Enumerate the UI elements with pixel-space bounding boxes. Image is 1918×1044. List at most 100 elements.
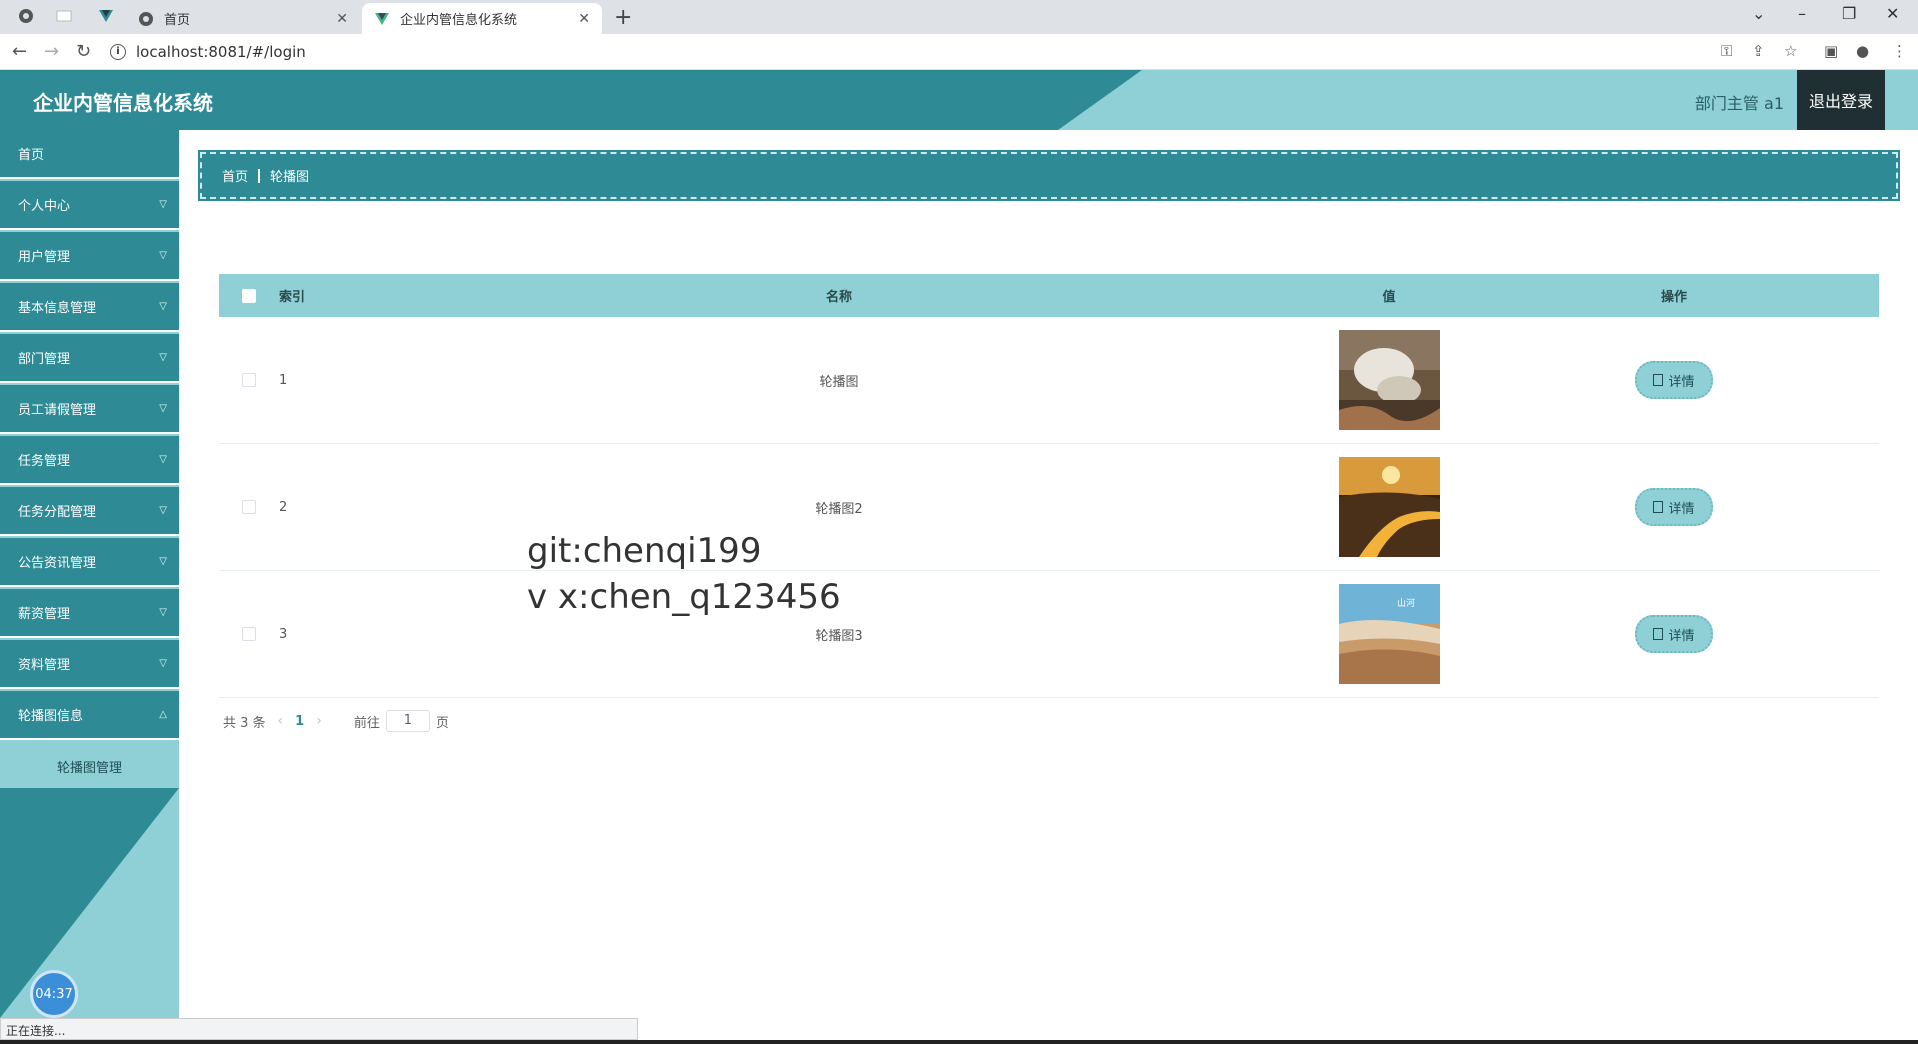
table-row: 1 轮播图 详情 bbox=[219, 317, 1879, 444]
select-all-checkbox[interactable] bbox=[242, 288, 256, 303]
column-header-value: 值 bbox=[1382, 290, 1396, 305]
chevron-down-icon: ▽ bbox=[159, 352, 167, 363]
row-checkbox[interactable] bbox=[242, 373, 256, 387]
carousel-thumbnail-waterfall[interactable] bbox=[1338, 330, 1440, 430]
sidebar-item-label: 用户管理 bbox=[18, 250, 71, 265]
document-icon bbox=[1653, 628, 1664, 640]
pinned-tab-blank-icon[interactable] bbox=[56, 8, 72, 24]
chevron-down-icon: ▽ bbox=[159, 658, 167, 669]
url-text: localhost:8081/#/login bbox=[136, 43, 306, 61]
sidebar-item-materials[interactable]: 资料管理 ▽ bbox=[0, 640, 179, 689]
chevron-up-icon: △ bbox=[159, 709, 167, 720]
goto-page-input[interactable]: 1 bbox=[385, 710, 430, 732]
pagination: 共 3 条 ‹ 1 › 前往 1 页 bbox=[223, 710, 449, 732]
new-tab-button[interactable]: + bbox=[614, 5, 632, 30]
sidebar-item-carousel[interactable]: 轮播图信息 △ bbox=[0, 691, 179, 740]
page-number[interactable]: 1 bbox=[295, 714, 304, 729]
sidebar: 首页 个人中心 ▽ 用户管理 ▽ 基本信息管理 ▽ 部门管理 ▽ 员工请假管理 ▽ 任务管… bbox=[0, 130, 179, 1018]
detail-label: 详情 bbox=[1668, 501, 1695, 517]
globe-icon bbox=[138, 11, 154, 27]
back-icon[interactable]: ← bbox=[12, 41, 27, 62]
minimize-icon[interactable]: – bbox=[1798, 4, 1806, 23]
sidebar-item-label: 资料管理 bbox=[18, 658, 71, 673]
carousel-thumbnail-canyon[interactable]: 山河 bbox=[1338, 584, 1440, 684]
chevron-down-icon: ▽ bbox=[159, 505, 167, 516]
app-title: 企业内管信息化系统 bbox=[33, 91, 213, 115]
sidebar-subitem-carousel-management[interactable]: 轮播图管理 bbox=[0, 744, 179, 788]
table-row: 2 轮播图2 详情 bbox=[219, 444, 1879, 571]
browser-status-bar: 正在连接... bbox=[0, 1018, 638, 1040]
sidebar-item-leave[interactable]: 员工请假管理 ▽ bbox=[0, 385, 179, 434]
row-checkbox[interactable] bbox=[242, 627, 256, 641]
vue-icon bbox=[374, 11, 390, 27]
key-icon[interactable]: ⚿ bbox=[1721, 42, 1732, 60]
page-suffix: 页 bbox=[435, 715, 449, 731]
watermark: git:chenqi199 v x:chen_q123456 bbox=[527, 528, 841, 620]
browser-toolbar: ← → ↻ i localhost:8081/#/login ⚿ ⇪ ☆ ▣ ●… bbox=[0, 34, 1918, 70]
info-icon[interactable]: i bbox=[110, 44, 126, 60]
clock-badge: 04:37 bbox=[30, 970, 78, 1018]
menu-icon[interactable]: ⋮ bbox=[1892, 42, 1907, 60]
close-icon[interactable]: ✕ bbox=[336, 11, 348, 27]
sidebar-item-task-assign[interactable]: 任务分配管理 ▽ bbox=[0, 487, 179, 536]
tab-system[interactable]: 企业内管信息化系统 ✕ bbox=[362, 3, 602, 34]
detail-button[interactable]: 详情 bbox=[1635, 615, 1713, 653]
current-user: 部门主管 a1 bbox=[1694, 94, 1784, 113]
window-close-icon[interactable]: ✕ bbox=[1886, 4, 1899, 23]
sidebar-item-news[interactable]: 公告资讯管理 ▽ bbox=[0, 538, 179, 587]
forward-icon[interactable]: → bbox=[44, 41, 59, 62]
column-header-action: 操作 bbox=[1660, 290, 1687, 305]
sidebar-item-label: 轮播图信息 bbox=[18, 709, 84, 724]
reload-icon[interactable]: ↻ bbox=[76, 41, 91, 62]
svg-text:山河: 山河 bbox=[1397, 597, 1415, 609]
row-name: 轮播图2 bbox=[815, 501, 863, 517]
breadcrumb-current: 轮播图 bbox=[270, 170, 310, 185]
tab-home[interactable]: 首页 ✕ bbox=[126, 3, 360, 34]
sidebar-item-user-management[interactable]: 用户管理 ▽ bbox=[0, 232, 179, 281]
sidebar-item-basic-info[interactable]: 基本信息管理 ▽ bbox=[0, 283, 179, 332]
chevron-right-icon[interactable]: › bbox=[316, 713, 322, 729]
sidebar-item-home[interactable]: 首页 bbox=[0, 130, 179, 179]
restore-icon[interactable]: ❐ bbox=[1842, 4, 1856, 23]
chevron-down-icon[interactable]: ⌄ bbox=[1752, 4, 1765, 23]
vue-tab-icon[interactable] bbox=[98, 8, 114, 24]
tab-title: 企业内管信息化系统 bbox=[400, 13, 518, 28]
column-header-index: 索引 bbox=[279, 290, 306, 305]
sidebar-item-label: 任务分配管理 bbox=[18, 505, 97, 520]
sidebar-item-salary[interactable]: 薪资管理 ▽ bbox=[0, 589, 179, 638]
star-icon[interactable]: ☆ bbox=[1784, 42, 1797, 60]
address-bar[interactable]: i localhost:8081/#/login bbox=[110, 38, 1810, 66]
close-icon[interactable]: ✕ bbox=[578, 11, 590, 27]
tab-title: 首页 bbox=[164, 13, 191, 28]
chevron-down-icon: ▽ bbox=[159, 301, 167, 312]
chevron-down-icon: ▽ bbox=[159, 607, 167, 618]
share-icon[interactable]: ⇪ bbox=[1752, 42, 1765, 60]
browser-tab-strip: 首页 ✕ 企业内管信息化系统 ✕ + ⌄ – ❐ ✕ bbox=[0, 0, 1918, 34]
chevron-down-icon: ▽ bbox=[159, 556, 167, 567]
sidebar-item-label: 基本信息管理 bbox=[18, 301, 97, 316]
row-index: 3 bbox=[279, 626, 288, 642]
carousel-table: 索引 名称 值 操作 1 轮播图 详情 2 轮播图2 详情 3 轮播图3 山河 … bbox=[219, 274, 1879, 698]
breadcrumb-home[interactable]: 首页 bbox=[222, 166, 248, 185]
breadcrumb: 首页 轮播图 bbox=[198, 150, 1900, 201]
sidebar-item-label: 个人中心 bbox=[18, 199, 71, 214]
sidebar-item-personal-center[interactable]: 个人中心 ▽ bbox=[0, 181, 179, 230]
detail-button[interactable]: 详情 bbox=[1635, 361, 1713, 399]
document-icon bbox=[1653, 501, 1664, 513]
app-header: 企业内管信息化系统 部门主管 a1 退出登录 bbox=[0, 70, 1918, 130]
chevron-left-icon[interactable]: ‹ bbox=[278, 713, 284, 729]
sidebar-item-department[interactable]: 部门管理 ▽ bbox=[0, 334, 179, 383]
row-name: 轮播图3 bbox=[815, 628, 863, 644]
row-index: 2 bbox=[279, 499, 288, 515]
sidebar-item-label: 部门管理 bbox=[18, 352, 71, 367]
detail-label: 详情 bbox=[1668, 628, 1695, 644]
detail-button[interactable]: 详情 bbox=[1635, 488, 1713, 526]
row-checkbox[interactable] bbox=[242, 500, 256, 514]
side-panel-icon[interactable]: ▣ bbox=[1824, 42, 1838, 60]
logout-button[interactable]: 退出登录 bbox=[1797, 70, 1885, 130]
chevron-down-icon: ▽ bbox=[159, 250, 167, 261]
profile-icon[interactable]: ● bbox=[1856, 42, 1869, 60]
sidebar-item-task[interactable]: 任务管理 ▽ bbox=[0, 436, 179, 485]
carousel-thumbnail-river-sunset[interactable] bbox=[1338, 457, 1440, 557]
pinned-tab-icon[interactable] bbox=[18, 8, 34, 24]
